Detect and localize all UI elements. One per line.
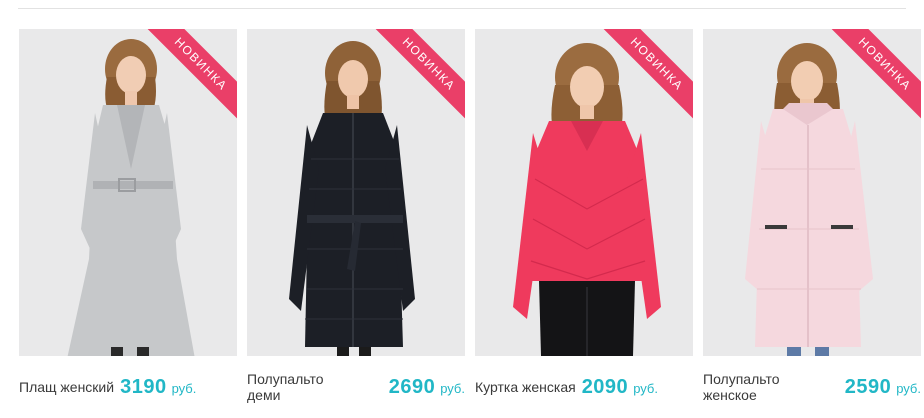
price-currency: руб. bbox=[440, 380, 465, 396]
product-meta: Плащ женский 3190 руб. bbox=[19, 370, 237, 404]
product-card[interactable]: НОВИНКА Куртка женская 2090 руб. bbox=[475, 29, 693, 404]
product-card[interactable]: НОВИНКА Полупальто женское 2590 руб. bbox=[703, 29, 921, 404]
product-name[interactable]: Полупальто деми bbox=[247, 371, 357, 403]
price-value: 2690 bbox=[388, 375, 436, 398]
price-value: 2090 bbox=[581, 375, 629, 398]
product-card[interactable]: НОВИНКА Плащ женский 3190 руб. bbox=[19, 29, 237, 404]
product-name[interactable]: Куртка женская bbox=[475, 379, 576, 395]
price-value: 2590 bbox=[844, 375, 892, 398]
product-name[interactable]: Плащ женский bbox=[19, 379, 114, 395]
product-grid: НОВИНКА Плащ женский 3190 руб. НОВИНКА П… bbox=[19, 29, 921, 404]
price-currency: руб. bbox=[896, 380, 921, 396]
product-price: 2690 руб. bbox=[389, 376, 465, 399]
price-value: 3190 bbox=[120, 375, 167, 398]
product-listing: НОВИНКА Плащ женский 3190 руб. НОВИНКА П… bbox=[0, 0, 924, 418]
product-photo[interactable]: НОВИНКА bbox=[475, 29, 693, 356]
product-photo[interactable]: НОВИНКА bbox=[247, 29, 465, 356]
product-price: 2090 руб. bbox=[582, 376, 658, 399]
product-meta: Полупальто деми 2690 руб. bbox=[247, 370, 465, 404]
product-photo[interactable]: НОВИНКА bbox=[19, 29, 237, 356]
product-price: 2590 руб. bbox=[845, 376, 921, 399]
product-meta: Куртка женская 2090 руб. bbox=[475, 370, 693, 404]
price-currency: руб. bbox=[171, 380, 197, 396]
product-photo[interactable]: НОВИНКА bbox=[703, 29, 921, 356]
product-card[interactable]: НОВИНКА Полупальто деми 2690 руб. bbox=[247, 29, 465, 404]
product-price: 3190 руб. bbox=[120, 376, 196, 399]
divider bbox=[18, 8, 906, 9]
product-meta: Полупальто женское 2590 руб. bbox=[703, 370, 921, 404]
product-name[interactable]: Полупальто женское bbox=[703, 371, 813, 403]
price-currency: руб. bbox=[633, 380, 658, 396]
